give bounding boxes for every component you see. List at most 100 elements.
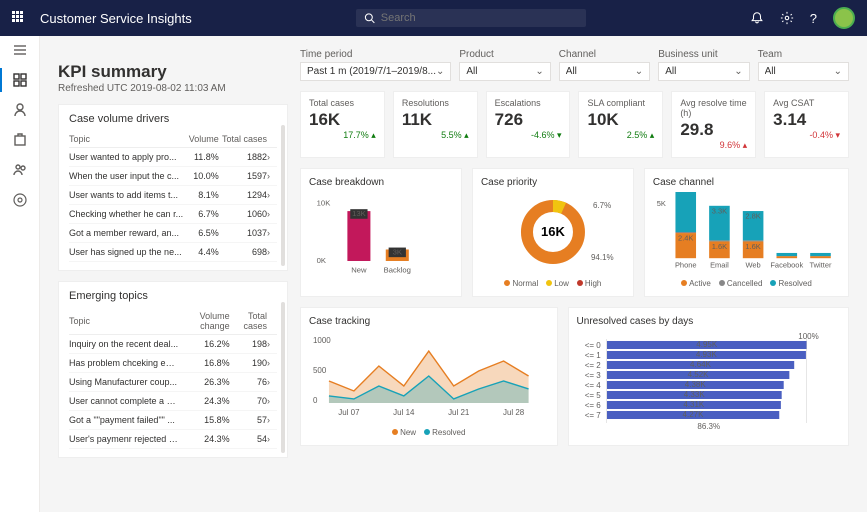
table-row[interactable]: Got a member reward, an...6.5%1037› [69,224,277,243]
hamburger-icon[interactable] [12,42,28,58]
app-launcher-icon[interactable] [12,11,26,25]
table-header: Volume [187,131,219,148]
filter-select-product[interactable]: All⌄ [459,62,550,81]
svg-text:<= 6: <= 6 [584,401,601,410]
svg-text:0: 0 [313,396,318,405]
table-cell: 16.8% [179,354,230,373]
table-cell: 1882 [219,148,267,167]
svg-text:4.52K: 4.52K [687,370,709,379]
table-cell: 16.2% [179,335,230,354]
kpi-card[interactable]: Avg CSAT 3.14 -0.4% ▾ [764,91,849,158]
table-header: Topic [69,308,179,335]
kpi-card[interactable]: Resolutions 11K 5.5% ▴ [393,91,478,158]
filter-select-channel[interactable]: All⌄ [559,62,650,81]
table-cell: 1037 [219,224,267,243]
table-row[interactable]: Using Manufacturer coup...26.3%76› [69,373,277,392]
table-cell: 24.3% [179,392,230,411]
kpi-value: 16K [309,110,376,130]
kpi-card[interactable]: SLA compliant 10K 2.5% ▴ [578,91,663,158]
search-icon [364,12,375,24]
filter-label-channel: Channel [559,49,596,60]
kpi-card[interactable]: Total cases 16K 17.7% ▴ [300,91,385,158]
table-row[interactable]: User has signed up the ne...4.4%698› [69,243,277,262]
table-cell: 70 [230,392,267,411]
svg-text:<= 4: <= 4 [584,381,601,390]
help-icon[interactable]: ? [810,11,817,26]
breakdown-title: Case breakdown [309,177,453,188]
svg-text:1.6K: 1.6K [712,242,727,251]
scrollbar[interactable] [281,125,285,266]
table-row[interactable]: User's paymenr rejected d...24.3%54› [69,430,277,449]
svg-text:Backlog: Backlog [384,266,411,275]
breakdown-chart: 10K0K13KNew3KBacklog [309,192,453,282]
kpi-label: SLA compliant [587,98,654,108]
scrollbar[interactable] [281,302,285,453]
table-row[interactable]: Got a ""payment failed"" ...15.8%57› [69,411,277,430]
legend-item: Cancelled [719,279,763,288]
svg-text:Twitter: Twitter [809,261,832,270]
svg-text:<= 7: <= 7 [584,411,601,420]
table-cell: 11.8% [187,148,219,167]
nav-person[interactable] [12,102,28,118]
emerging-table: TopicVolume changeTotal casesInquiry on … [69,308,277,449]
table-cell: Using Manufacturer coup... [69,373,179,392]
table-row[interactable]: User cannot complete a p...24.3%70› [69,392,277,411]
nav-settings[interactable] [12,192,28,208]
svg-text:3K: 3K [393,247,403,256]
nav-dashboard[interactable] [12,72,28,88]
svg-text:4.64K: 4.64K [690,360,712,369]
svg-text:3.3K: 3.3K [712,206,727,215]
svg-text:<= 1: <= 1 [584,351,601,360]
svg-text:2.4K: 2.4K [678,234,693,243]
search-box[interactable] [356,9,586,27]
filter-select-team[interactable]: All⌄ [758,62,849,81]
svg-text:Web: Web [745,261,760,270]
table-cell: Got a member reward, an... [69,224,187,243]
kpi-label: Escalations [495,98,562,108]
emerging-topics-card: Emerging topics TopicVolume changeTotal … [58,281,288,458]
filter-select-business_unit[interactable]: All⌄ [658,62,749,81]
nav-people[interactable] [12,162,28,178]
table-cell: 1294 [219,186,267,205]
priority-title: Case priority [481,177,625,188]
svg-text:4.38K: 4.38K [684,380,706,389]
kpi-card[interactable]: Avg resolve time (h) 29.8 9.6% ▴ [671,91,756,158]
app-title: Customer Service Insights [40,11,192,26]
filter-select-time_period[interactable]: Past 1 m (2019/7/1–2019/8...⌄ [300,62,451,81]
avatar[interactable] [833,7,855,29]
chevron-down-icon: ⌄ [535,66,543,77]
legend-item: Resolved [770,279,811,288]
filter-label-time_period: Time period [300,49,352,60]
gear-icon[interactable] [780,11,794,25]
legend-item: Normal [504,279,538,288]
table-cell: 4.4% [187,243,219,262]
svg-text:94.1%: 94.1% [591,253,614,262]
table-cell: Got a ""payment failed"" ... [69,411,179,430]
table-cell: Checking whether he can r... [69,205,187,224]
table-cell: 6.5% [187,224,219,243]
table-header: Total cases [230,308,267,335]
bell-icon[interactable] [750,11,764,25]
svg-text:86.3%: 86.3% [697,422,720,431]
nav-cases[interactable] [12,132,28,148]
case-volume-drivers-card: Case volume drivers TopicVolumeTotal cas… [58,104,288,271]
table-row[interactable]: Has problem chceking exp...16.8%190› [69,354,277,373]
table-row[interactable]: Checking whether he can r...6.7%1060› [69,205,277,224]
table-row[interactable]: Inquiry on the recent deal...16.2%198› [69,335,277,354]
unresolved-card: Unresolved cases by days 100%<= 04.95K<=… [568,307,849,446]
case-breakdown-card: Case breakdown 10K0K13KNew3KBacklog [300,168,462,297]
table-row[interactable]: User wants to add items t...8.1%1294› [69,186,277,205]
svg-text:4.31K: 4.31K [683,400,705,409]
search-input[interactable] [381,12,578,24]
table-row[interactable]: User wanted to apply pro...11.8%1882› [69,148,277,167]
filter-label-product: Product [459,49,493,60]
kpi-card[interactable]: Escalations 726 -4.6% ▾ [486,91,571,158]
table-row[interactable]: When the user input the c...10.0%1597› [69,167,277,186]
emerging-title: Emerging topics [69,290,277,302]
table-cell: 8.1% [187,186,219,205]
svg-text:100%: 100% [798,332,818,341]
table-cell: 15.8% [179,411,230,430]
kpi-delta: 9.6% ▴ [680,140,747,151]
chevron-down-icon: ⌄ [834,66,842,77]
legend-item: High [577,279,601,288]
